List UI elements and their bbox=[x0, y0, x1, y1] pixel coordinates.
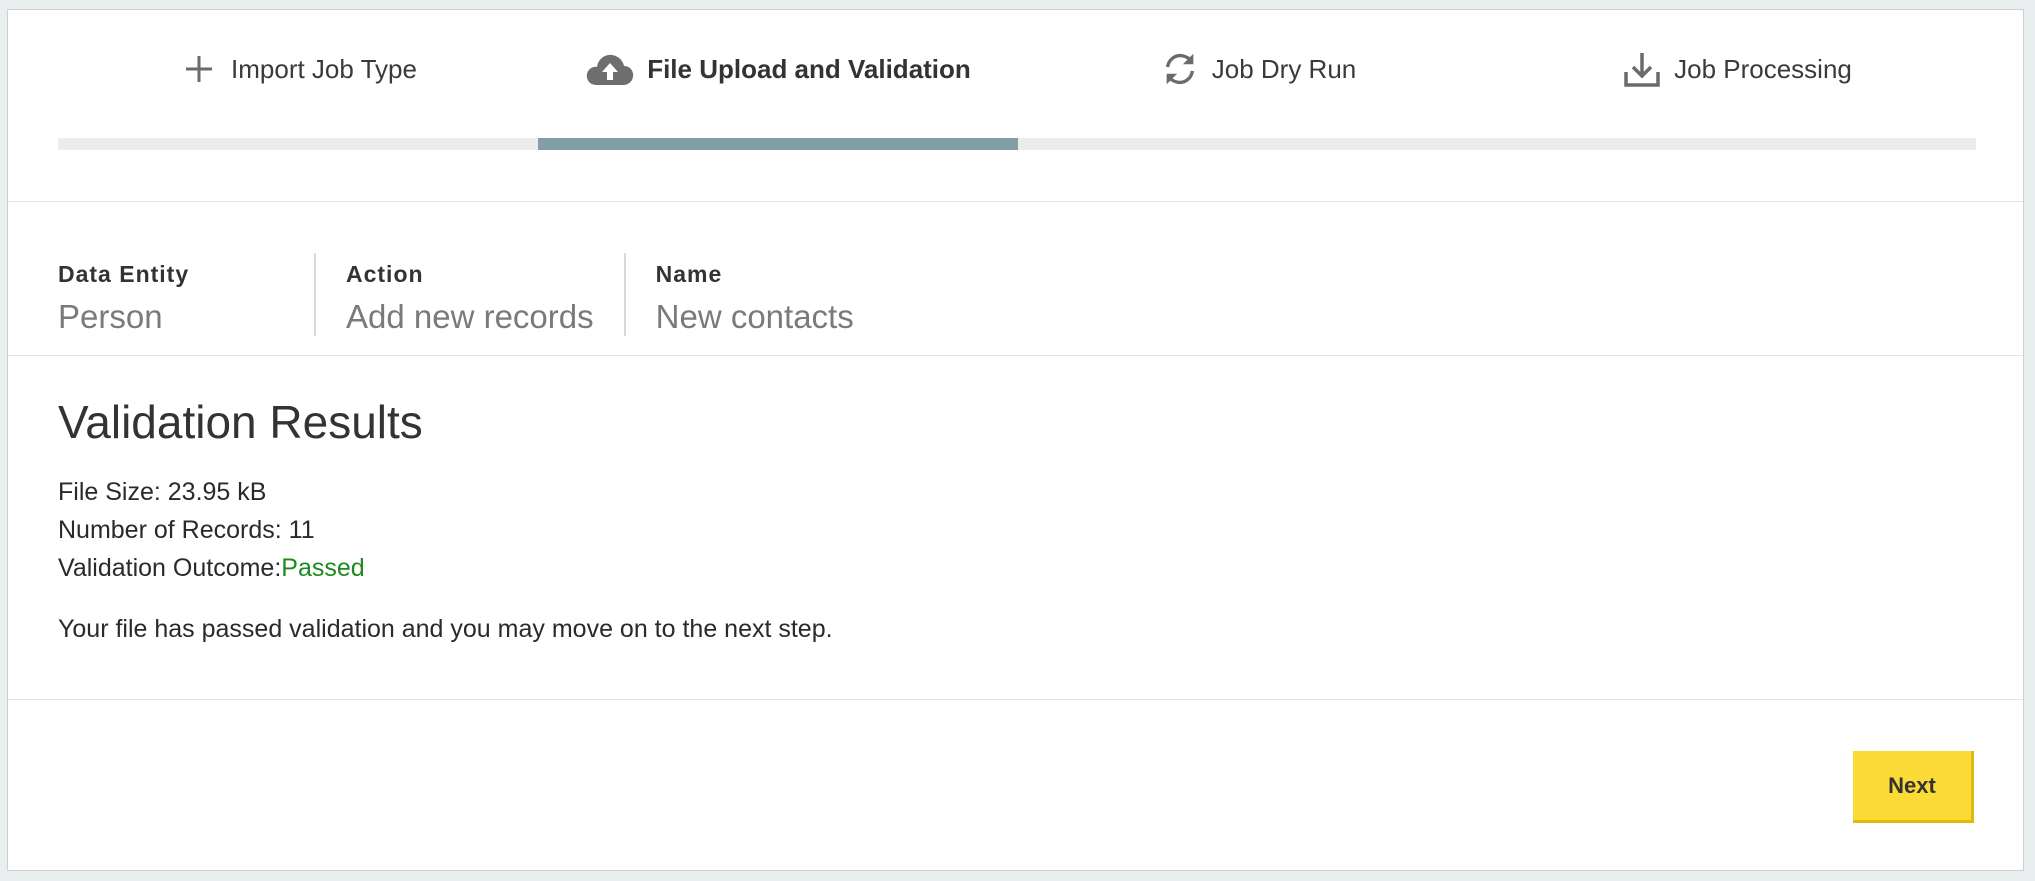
file-size-label: File Size: bbox=[58, 478, 168, 506]
divider bbox=[8, 201, 2023, 202]
validation-results: Validation Results File Size: 23.95 kB N… bbox=[58, 395, 833, 644]
validation-title: Validation Results bbox=[58, 396, 423, 448]
next-button[interactable]: Next bbox=[1853, 751, 1974, 823]
data-entity-label: Data Entity bbox=[58, 261, 190, 287]
step-label: Import Job Type bbox=[231, 53, 417, 84]
outcome-row: Validation Outcome:Passed bbox=[58, 549, 833, 587]
divider bbox=[8, 699, 2023, 700]
outcome-value: Passed bbox=[281, 554, 365, 582]
step-import-job-type[interactable]: Import Job Type bbox=[58, 10, 538, 150]
step-progress-active bbox=[538, 138, 1018, 150]
data-entity-value: Person bbox=[58, 298, 163, 335]
validation-message: Your file has passed validation and you … bbox=[58, 615, 833, 643]
name-label: Name bbox=[655, 261, 723, 287]
cloud-upload-icon bbox=[585, 49, 635, 89]
file-size-row: File Size: 23.95 kB bbox=[58, 473, 833, 511]
download-icon bbox=[1622, 49, 1662, 89]
plus-icon bbox=[179, 49, 219, 89]
step-file-upload-and-validation[interactable]: File Upload and Validation bbox=[538, 10, 1018, 150]
divider bbox=[8, 355, 2023, 356]
step-label: Job Dry Run bbox=[1211, 53, 1357, 84]
step-job-dry-run[interactable]: Job Dry Run bbox=[1018, 10, 1498, 150]
records-label: Number of Records: bbox=[58, 516, 289, 544]
wizard-steps: Import Job Type File Upload and Validati… bbox=[58, 10, 1976, 150]
records-value: 11 bbox=[288, 516, 315, 544]
summary-action: Action Add new records bbox=[314, 253, 624, 336]
action-label: Action bbox=[346, 261, 424, 287]
summary-name: Name New contacts bbox=[623, 253, 884, 336]
name-value: New contacts bbox=[655, 298, 854, 335]
import-wizard-panel: Import Job Type File Upload and Validati… bbox=[7, 9, 2024, 871]
outcome-label: Validation Outcome: bbox=[58, 554, 282, 582]
step-job-processing[interactable]: Job Processing bbox=[1498, 10, 1976, 150]
job-summary: Data Entity Person Action Add new record… bbox=[58, 253, 884, 343]
refresh-icon bbox=[1160, 49, 1200, 89]
summary-data-entity: Data Entity Person bbox=[58, 253, 314, 336]
action-value: Add new records bbox=[346, 298, 594, 335]
records-row: Number of Records: 11 bbox=[58, 511, 833, 549]
step-label: Job Processing bbox=[1674, 53, 1852, 84]
file-size-value: 23.95 kB bbox=[167, 478, 267, 506]
step-label: File Upload and Validation bbox=[647, 53, 971, 84]
